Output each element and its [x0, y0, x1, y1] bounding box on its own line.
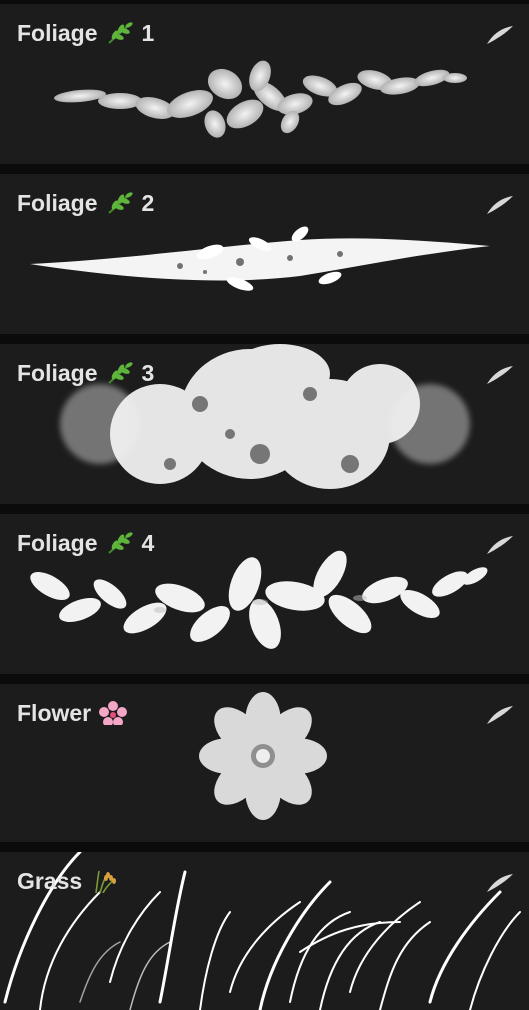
brush-stroke-icon — [487, 26, 513, 44]
brush-stroke-icon — [487, 196, 513, 214]
herb-icon — [106, 531, 134, 555]
brush-stroke-icon — [487, 874, 513, 892]
brush-title: Foliage 1 — [17, 20, 155, 46]
brush-item-grass[interactable]: Grass — [0, 852, 529, 1010]
brush-title: Flower — [17, 700, 135, 727]
herb-icon — [106, 191, 134, 215]
brush-item-foliage-1[interactable]: Foliage 1 — [0, 4, 529, 164]
brush-item-foliage-4[interactable]: Foliage 4 — [0, 514, 529, 674]
cherry-blossom-icon — [99, 701, 128, 727]
brush-title: Foliage 3 — [17, 360, 155, 386]
rice-sheaf-icon — [90, 869, 118, 894]
brush-item-foliage-3[interactable]: Foliage 3 — [0, 344, 529, 504]
brush-item-foliage-2[interactable]: Foliage 2 — [0, 174, 529, 334]
brush-stroke-icon — [487, 706, 513, 724]
brush-title: Foliage 4 — [17, 530, 155, 556]
brush-stroke-icon — [487, 366, 513, 384]
brush-stroke-icon — [487, 536, 513, 554]
herb-icon — [106, 361, 134, 385]
brush-title: Grass — [17, 868, 126, 895]
brush-item-flower[interactable]: Flower — [0, 684, 529, 842]
brush-title: Foliage 2 — [17, 190, 155, 216]
herb-icon — [106, 21, 134, 45]
